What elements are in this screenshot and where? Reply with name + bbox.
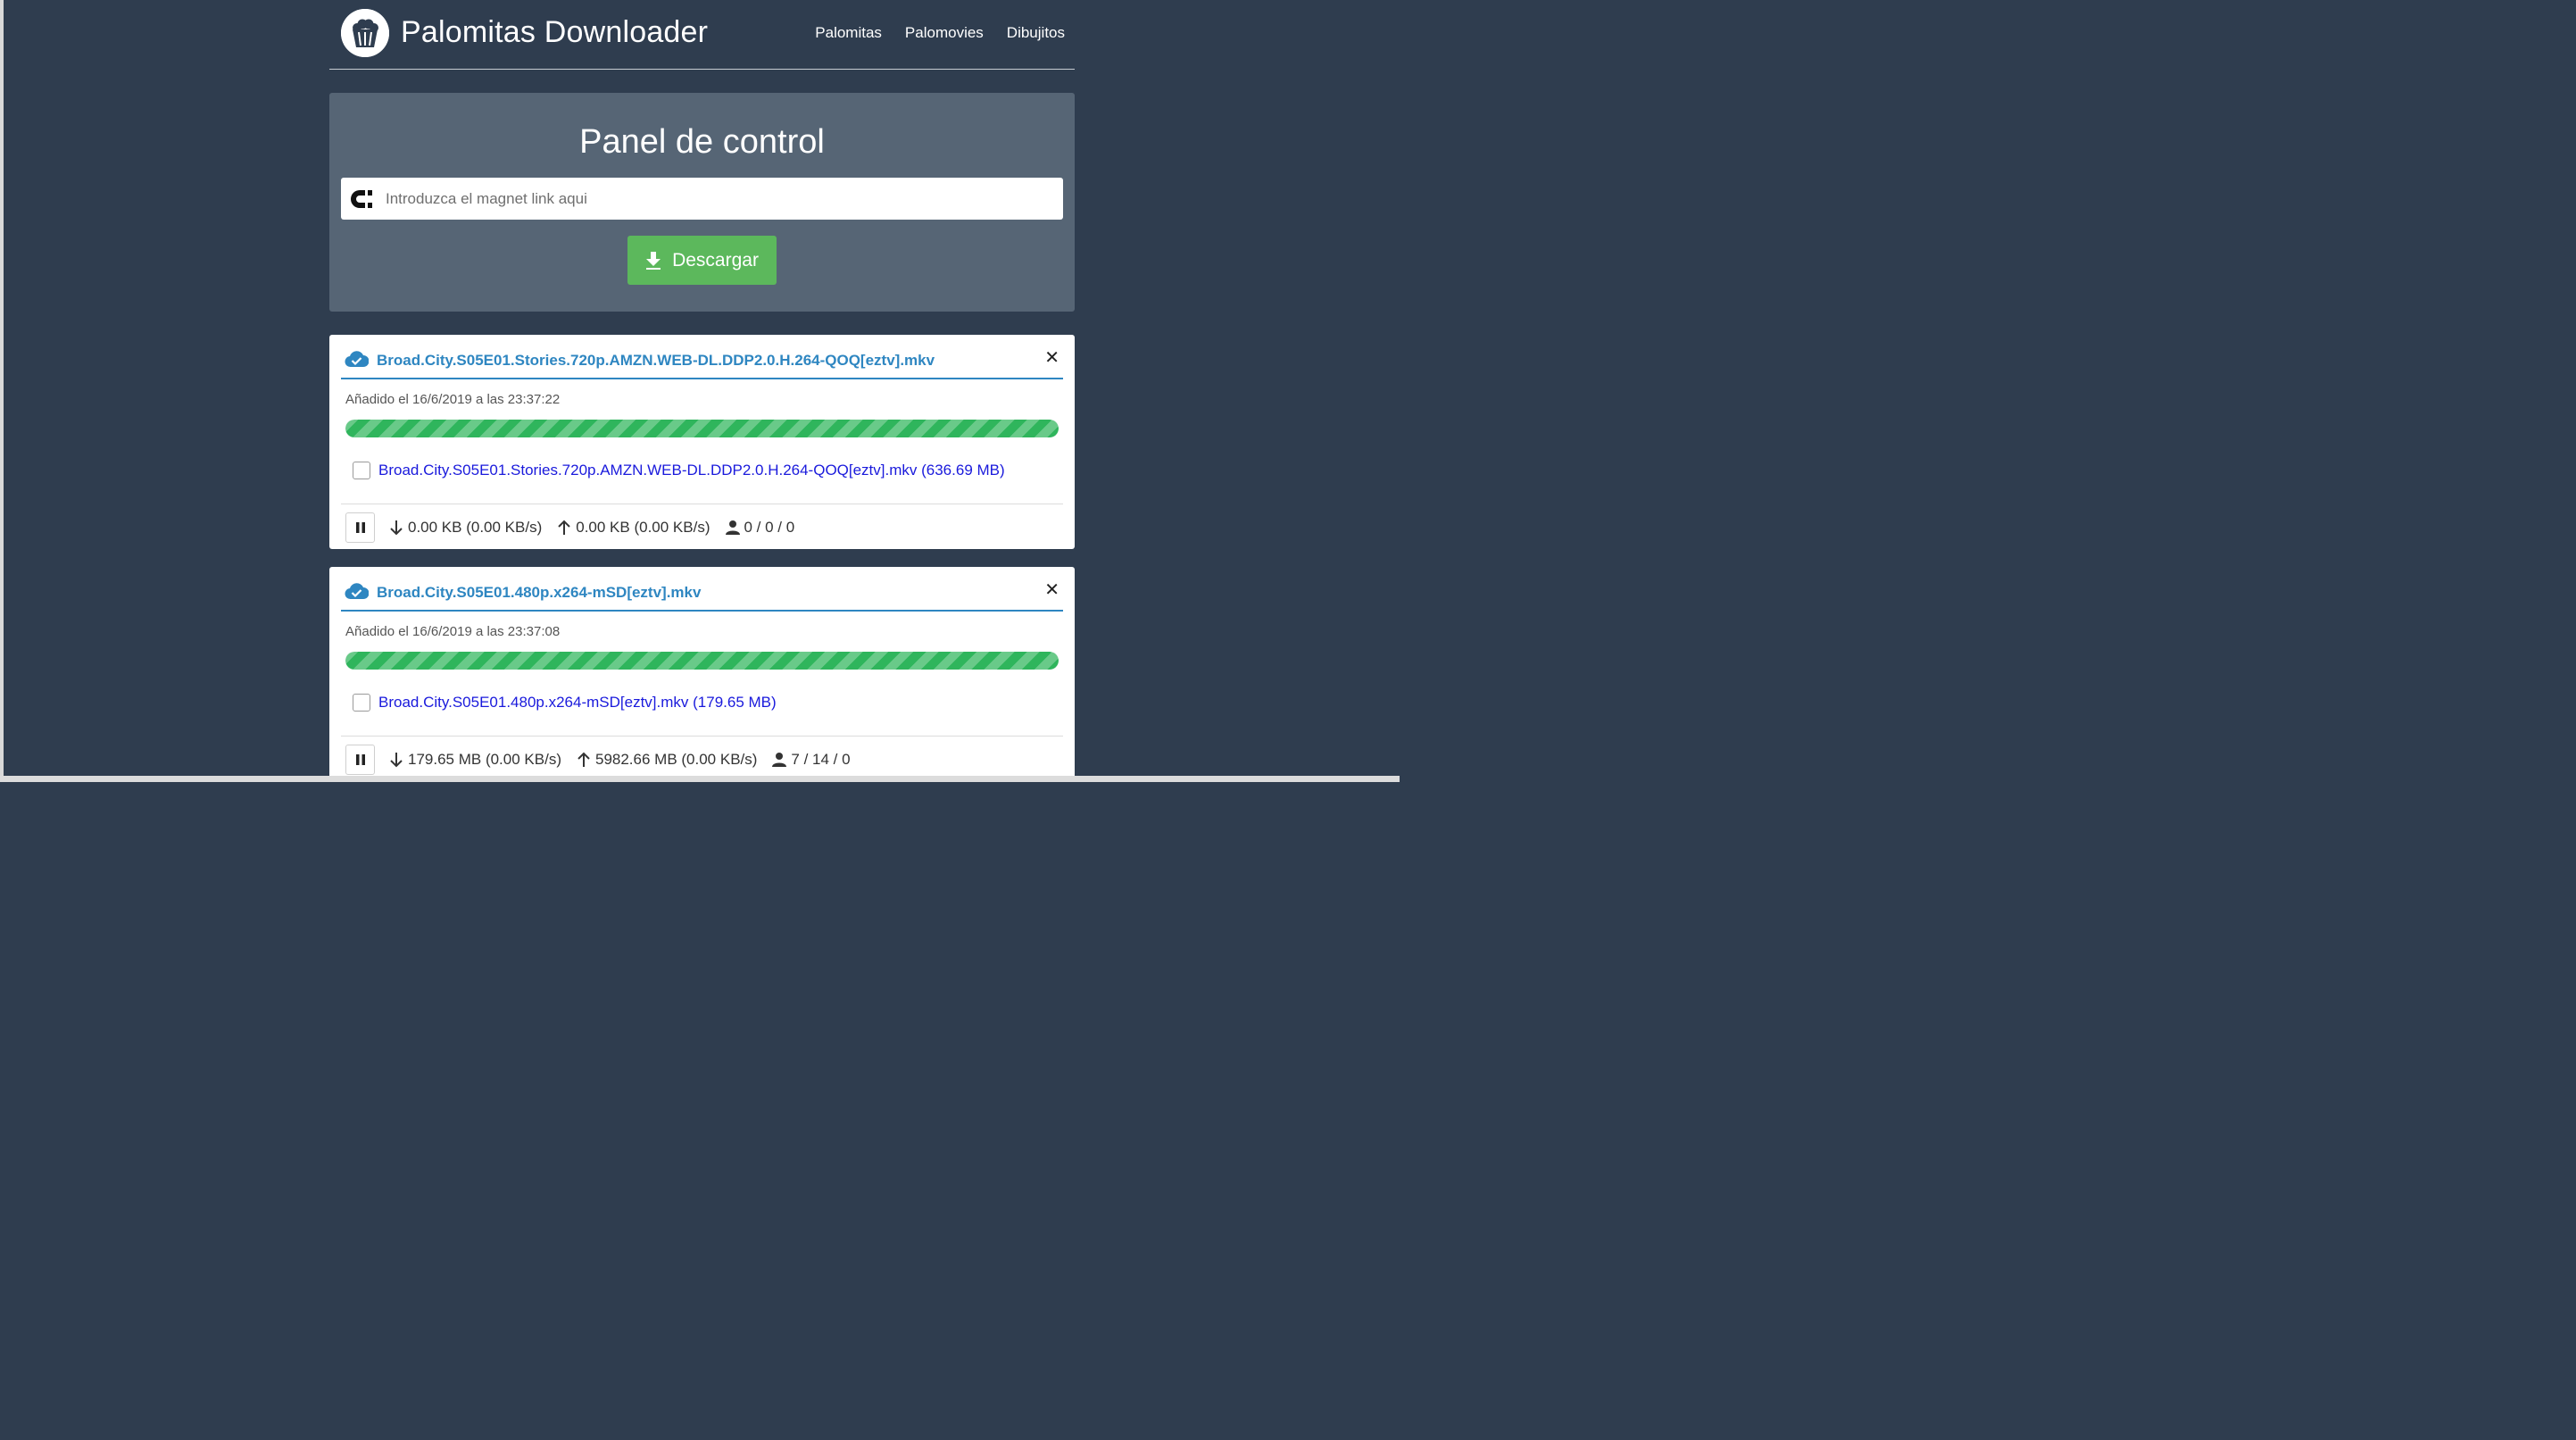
file-checkbox[interactable] [353, 462, 370, 479]
upload-value: 0.00 KB (0.00 KB/s) [576, 519, 710, 536]
peers-stat: 0 / 0 / 0 [725, 519, 795, 537]
torrent-title[interactable]: Broad.City.S05E01.480p.x264-mSD[eztv].mk… [377, 584, 701, 602]
torrent-card: Broad.City.S05E01.480p.x264-mSD[eztv].mk… [329, 567, 1075, 782]
progress-bar [345, 420, 1059, 437]
torrent-card: Broad.City.S05E01.Stories.720p.AMZN.WEB-… [329, 335, 1075, 549]
user-icon [725, 520, 740, 535]
cloud-check-icon [345, 583, 369, 600]
file-link[interactable]: Broad.City.S05E01.Stories.720p.AMZN.WEB-… [378, 462, 1005, 479]
torrent-stats: 179.65 MB (0.00 KB/s) 5982.66 MB (0.00 K… [345, 745, 866, 775]
main-nav: Palomitas Palomovies Dibujitos [815, 24, 1065, 42]
control-panel: Panel de control Descargar [329, 93, 1075, 312]
peers-stat: 7 / 14 / 0 [772, 751, 851, 769]
upload-value: 5982.66 MB (0.00 KB/s) [594, 751, 758, 768]
nav-item-palomovies[interactable]: Palomovies [905, 24, 984, 42]
popcorn-logo-icon[interactable] [341, 9, 389, 57]
torrent-card-header: Broad.City.S05E01.480p.x264-mSD[eztv].mk… [341, 578, 1063, 612]
file-row: Broad.City.S05E01.Stories.720p.AMZN.WEB-… [353, 462, 1005, 479]
pause-icon [355, 754, 365, 765]
magnet-input-group [341, 178, 1063, 220]
arrow-up-icon [578, 752, 590, 767]
nav-item-dibujitos[interactable]: Dibujitos [1007, 24, 1065, 42]
download-stat: 0.00 KB (0.00 KB/s) [389, 519, 542, 537]
progress-bar [345, 652, 1059, 670]
arrow-up-icon [558, 520, 570, 535]
cloud-check-icon [345, 351, 369, 368]
download-icon [646, 251, 661, 270]
user-icon [772, 753, 787, 767]
close-icon[interactable]: ✕ [1044, 347, 1059, 369]
arrow-down-icon [390, 753, 403, 768]
peers-value: 0 / 0 / 0 [744, 519, 795, 536]
brand-title[interactable]: Palomitas Downloader [401, 15, 708, 50]
progress-fill [345, 420, 1059, 437]
download-button-label: Descargar [672, 249, 759, 271]
added-date: Añadido el 16/6/2019 a las 23:37:08 [345, 624, 561, 639]
divider [341, 736, 1063, 737]
pause-icon [355, 522, 365, 533]
torrent-title[interactable]: Broad.City.S05E01.Stories.720p.AMZN.WEB-… [377, 352, 935, 370]
download-stat: 179.65 MB (0.00 KB/s) [389, 751, 561, 769]
upload-stat: 0.00 KB (0.00 KB/s) [557, 519, 710, 537]
page-container: Palomitas Downloader Palomitas Palomovie… [329, 0, 1075, 782]
window-left-edge [0, 0, 4, 782]
torrent-card-header: Broad.City.S05E01.Stories.720p.AMZN.WEB-… [341, 346, 1063, 379]
added-date: Añadido el 16/6/2019 a las 23:37:22 [345, 392, 561, 407]
download-value: 0.00 KB (0.00 KB/s) [408, 519, 543, 536]
nav-item-palomitas[interactable]: Palomitas [815, 24, 882, 42]
download-button[interactable]: Descargar [627, 236, 777, 285]
file-row: Broad.City.S05E01.480p.x264-mSD[eztv].mk… [353, 694, 777, 712]
window-bottom-edge [0, 776, 1400, 782]
peers-value: 7 / 14 / 0 [791, 751, 851, 768]
arrow-down-icon [390, 520, 403, 536]
magnet-link-input[interactable] [384, 179, 1063, 218]
file-checkbox[interactable] [353, 694, 370, 712]
download-value: 179.65 MB (0.00 KB/s) [408, 751, 561, 768]
pause-button[interactable] [345, 512, 375, 543]
progress-fill [345, 652, 1059, 670]
pause-button[interactable] [345, 745, 375, 775]
close-icon[interactable]: ✕ [1044, 579, 1059, 601]
upload-stat: 5982.66 MB (0.00 KB/s) [577, 751, 757, 769]
panel-title: Panel de control [579, 123, 825, 161]
magnet-icon [351, 189, 372, 208]
torrent-stats: 0.00 KB (0.00 KB/s) 0.00 KB (0.00 KB/s) … [345, 512, 810, 543]
site-header: Palomitas Downloader Palomitas Palomovie… [329, 0, 1075, 70]
file-link[interactable]: Broad.City.S05E01.480p.x264-mSD[eztv].mk… [378, 694, 777, 712]
